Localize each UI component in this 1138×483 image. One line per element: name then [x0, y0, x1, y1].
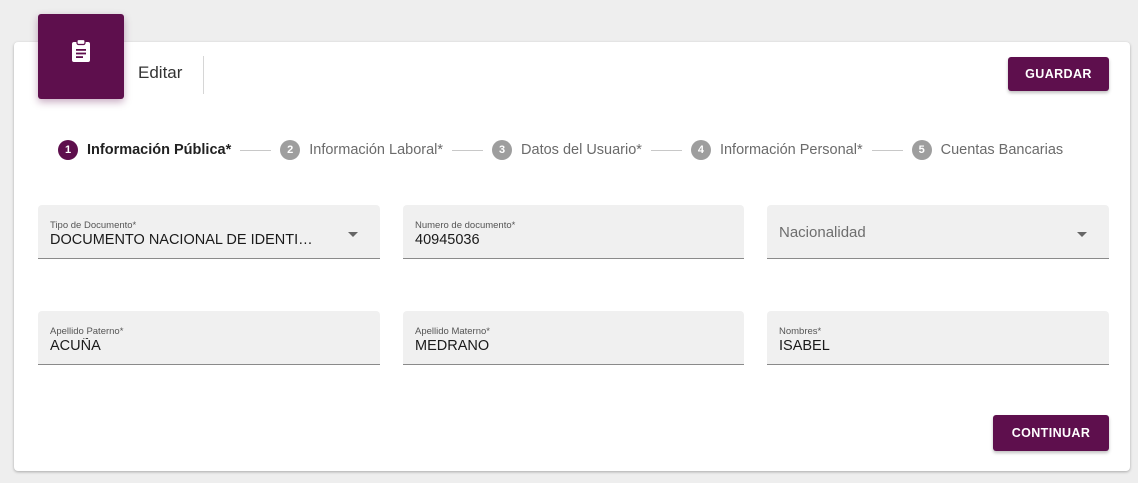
step-number: 1	[58, 140, 78, 160]
step-informacion-laboral[interactable]: 2 Información Laboral*	[280, 140, 443, 160]
step-label: Información Personal*	[719, 142, 863, 158]
field-value: ACUÑA	[50, 338, 101, 354]
step-connector	[871, 149, 903, 151]
step-connector	[650, 149, 682, 151]
apellido-materno-field[interactable]: Apellido Materno* MEDRANO	[403, 311, 744, 365]
clipboard-icon	[70, 38, 92, 63]
field-label: Numero de documento*	[415, 220, 516, 231]
step-number: 4	[690, 140, 711, 160]
step-cuentas-bancarias[interactable]: 5 Cuentas Bancarias	[911, 140, 1064, 160]
apellido-paterno-field[interactable]: Apellido Paterno* ACUÑA	[38, 311, 380, 365]
save-button[interactable]: GUARDAR	[1008, 57, 1109, 91]
step-label: Datos del Usuario*	[521, 142, 642, 158]
nombres-field[interactable]: Nombres* ISABEL	[767, 311, 1109, 365]
dropdown-arrow-icon	[348, 232, 358, 237]
step-number: 3	[492, 140, 513, 160]
tipo-documento-select[interactable]: Tipo de Documento* DOCUMENTO NACIONAL DE…	[38, 205, 380, 259]
header-icon-box	[38, 14, 124, 99]
step-connector	[240, 149, 272, 151]
field-placeholder: Nacionalidad	[779, 224, 866, 241]
step-label: Información Laboral*	[309, 142, 444, 158]
step-connector	[452, 149, 484, 151]
step-label: Cuentas Bancarias	[940, 142, 1064, 158]
step-informacion-personal[interactable]: 4 Información Personal*	[690, 140, 863, 160]
numero-documento-field[interactable]: Numero de documento* 40945036	[403, 205, 744, 259]
field-value: DOCUMENTO NACIONAL DE IDENTI…	[50, 232, 313, 248]
page-title: Editar	[138, 63, 183, 82]
field-label: Apellido Paterno*	[50, 326, 124, 337]
step-number: 5	[911, 140, 932, 160]
step-label: Información Pública*	[87, 142, 232, 158]
field-value: 40945036	[415, 232, 480, 248]
step-number: 2	[280, 140, 301, 160]
step-informacion-publica[interactable]: 1 Información Pública*	[58, 140, 231, 160]
field-label: Apellido Materno*	[415, 326, 490, 337]
field-label: Nombres*	[779, 326, 822, 337]
field-value: MEDRANO	[415, 338, 490, 354]
continue-button[interactable]: CONTINUAR	[993, 415, 1109, 451]
step-datos-usuario[interactable]: 3 Datos del Usuario*	[492, 140, 642, 160]
title-divider	[203, 56, 204, 94]
nacionalidad-select[interactable]: Nacionalidad	[767, 205, 1109, 259]
stepper: 1 Información Pública* 2 Información Lab…	[58, 138, 1063, 162]
dropdown-arrow-icon	[1077, 232, 1087, 237]
field-label: Tipo de Documento*	[50, 220, 137, 231]
field-value: ISABEL	[779, 338, 830, 354]
